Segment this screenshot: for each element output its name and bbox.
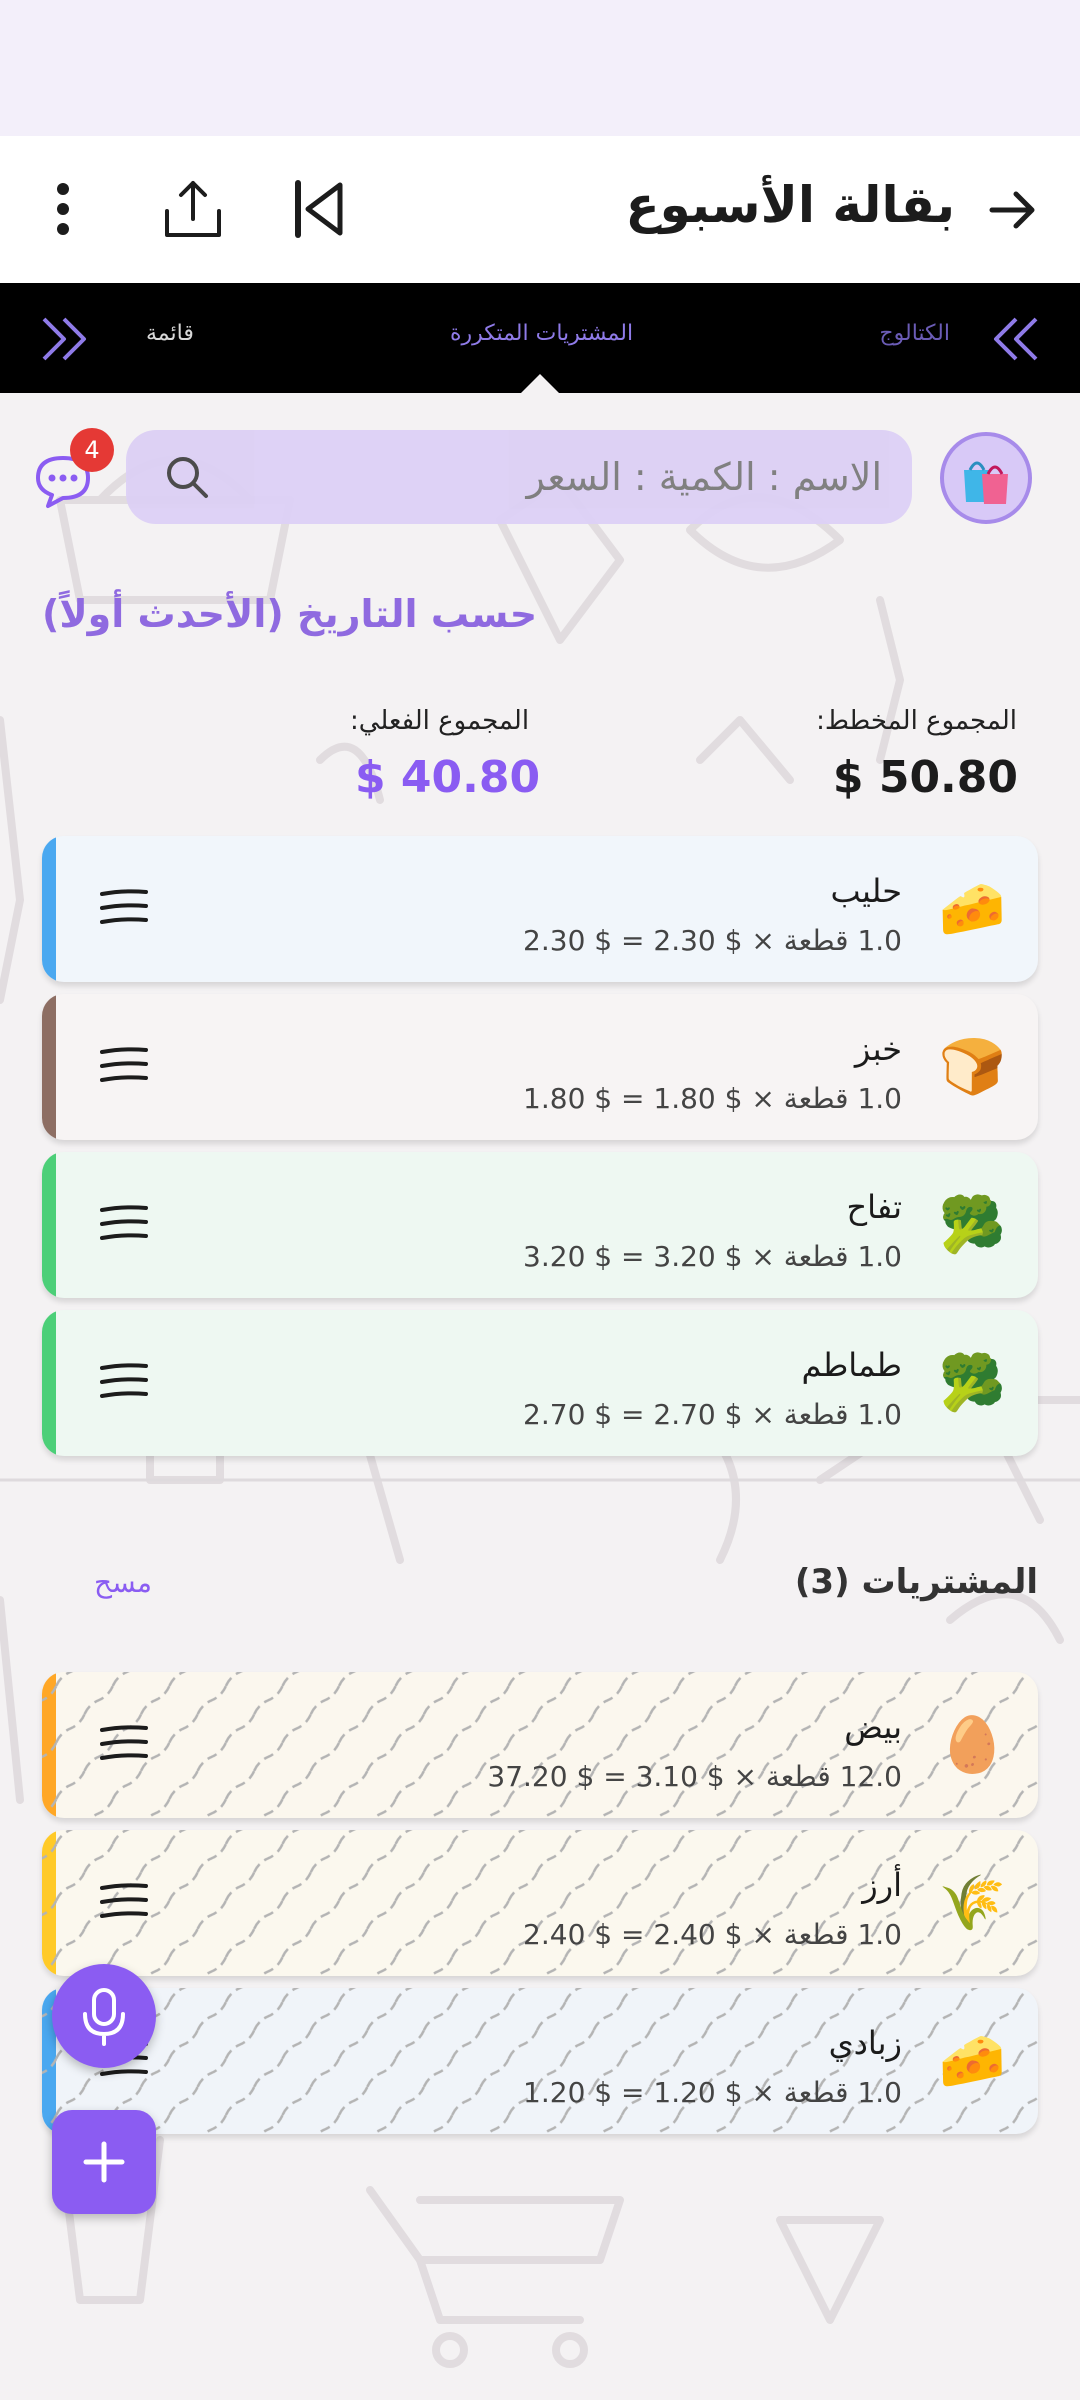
broccoli-icon: 🥦: [938, 1351, 1006, 1414]
item-name: زبادي: [828, 2024, 902, 2062]
active-tab-indicator: [520, 374, 560, 394]
list-item[interactable]: 🍞 خبز 1.0 قطعة × $ 1.80 = $ 1.80: [42, 994, 1038, 1140]
list-item[interactable]: 🥦 تفاح 1.0 قطعة × $ 3.20 = $ 3.20: [42, 1152, 1038, 1298]
category-stripe: [42, 1310, 56, 1456]
totals-summary: المجموع المخطط: المجموع الفعلي: $ 50.80 …: [0, 700, 1080, 810]
category-stripe: [42, 994, 56, 1140]
purchases-header: المشتريات (3) مسح: [0, 1556, 1080, 1616]
shopping-bags-icon: [964, 461, 1008, 504]
double-chevron-left-icon[interactable]: [988, 311, 1044, 367]
list-item[interactable]: 🧀 حليب 1.0 قطعة × $ 2.30 = $ 2.30: [42, 836, 1038, 982]
bread-icon: 🍞: [938, 1035, 1006, 1098]
item-price-detail: 1.0 قطعة × $ 2.40 = $ 2.40: [523, 1918, 902, 1951]
item-price-detail: 1.0 قطعة × $ 2.30 = $ 2.30: [523, 924, 902, 957]
drag-handle-icon[interactable]: [98, 1198, 150, 1250]
purchased-item[interactable]: 🧀 زبادي 1.0 قطعة × $ 1.20 = $ 1.20: [42, 1988, 1038, 2134]
planned-total-label: المجموع المخطط:: [816, 706, 1017, 736]
drag-handle-icon[interactable]: [98, 1356, 150, 1408]
drag-handle-icon[interactable]: [98, 1718, 150, 1770]
rice-icon: 🌾: [938, 1871, 1006, 1934]
skip-first-button[interactable]: [283, 174, 353, 244]
double-chevron-right-icon[interactable]: [36, 311, 92, 367]
notification-badge: 4: [70, 428, 114, 472]
drag-handle-icon[interactable]: [98, 1040, 150, 1092]
status-bar: [0, 0, 1080, 136]
item-price-detail: 1.0 قطعة × $ 2.70 = $ 2.70: [523, 1398, 902, 1431]
tab-catalog[interactable]: الكتالوج: [879, 321, 950, 346]
clear-button[interactable]: مسح: [94, 1566, 152, 1599]
item-name: أرز: [862, 1866, 902, 1904]
item-name: حليب: [830, 872, 902, 910]
category-stripe: [42, 836, 56, 982]
cheese-icon: 🧀: [938, 877, 1006, 940]
drag-handle-icon[interactable]: [98, 1876, 150, 1928]
planned-total-value: $ 50.80: [832, 752, 1018, 803]
app-bar: بقالة الأسبوع: [0, 136, 1080, 283]
share-icon: [165, 181, 221, 237]
search-icon[interactable]: [162, 452, 212, 502]
item-price-detail: 1.0 قطعة × $ 1.20 = $ 1.20: [523, 2076, 902, 2109]
item-price-detail: 12.0 قطعة × $ 3.10 = $ 37.20: [487, 1760, 902, 1793]
share-button[interactable]: [158, 174, 228, 244]
arrow-right-icon[interactable]: [982, 180, 1042, 240]
tab-strip: الكتالوج المشتريات المتكررة قائمة: [0, 283, 1080, 394]
add-item-button[interactable]: [52, 2110, 156, 2214]
voice-input-button[interactable]: [52, 1964, 156, 2068]
more-vert-icon: [57, 183, 69, 235]
search-row: 4: [0, 428, 1080, 526]
cheese-icon: 🧀: [938, 2029, 1006, 2092]
more-options-button[interactable]: [28, 174, 98, 244]
item-name: تفاح: [846, 1188, 903, 1226]
avatar[interactable]: [940, 432, 1032, 524]
purchased-item[interactable]: 🌾 أرز 1.0 قطعة × $ 2.40 = $ 2.40: [42, 1830, 1038, 1976]
item-name: بيض: [844, 1708, 902, 1746]
purchases-title: المشتريات (3): [794, 1562, 1038, 1602]
purchased-item[interactable]: 🥚 بيض 12.0 قطعة × $ 3.10 = $ 37.20: [42, 1672, 1038, 1818]
actual-total-label: المجموع الفعلي:: [350, 706, 530, 736]
item-name: خبز: [854, 1030, 902, 1068]
plus-icon: [83, 2141, 125, 2183]
item-price-detail: 1.0 قطعة × $ 3.20 = $ 3.20: [523, 1240, 902, 1273]
broccoli-icon: 🥦: [938, 1193, 1006, 1256]
list-item[interactable]: 🥦 طماطم 1.0 قطعة × $ 2.70 = $ 2.70: [42, 1310, 1038, 1456]
tab-list[interactable]: قائمة: [146, 321, 194, 346]
actual-total-value: $ 40.80: [355, 752, 541, 803]
search-bar: [126, 430, 912, 524]
drag-handle-icon[interactable]: [98, 882, 150, 934]
mic-icon: [83, 1988, 125, 2046]
item-price-detail: 1.0 قطعة × $ 1.80 = $ 1.80: [523, 1082, 902, 1115]
egg-icon: 🥚: [938, 1713, 1006, 1776]
sort-label[interactable]: حسب التاريخ (الأحدث أولاً): [42, 592, 537, 636]
tab-recurring-purchases[interactable]: المشتريات المتكررة: [450, 321, 633, 346]
skip-first-icon: [295, 180, 343, 238]
search-input[interactable]: [322, 430, 882, 524]
item-name: طماطم: [801, 1346, 902, 1384]
page-title: بقالة الأسبوع: [625, 176, 956, 234]
category-stripe: [42, 1152, 56, 1298]
